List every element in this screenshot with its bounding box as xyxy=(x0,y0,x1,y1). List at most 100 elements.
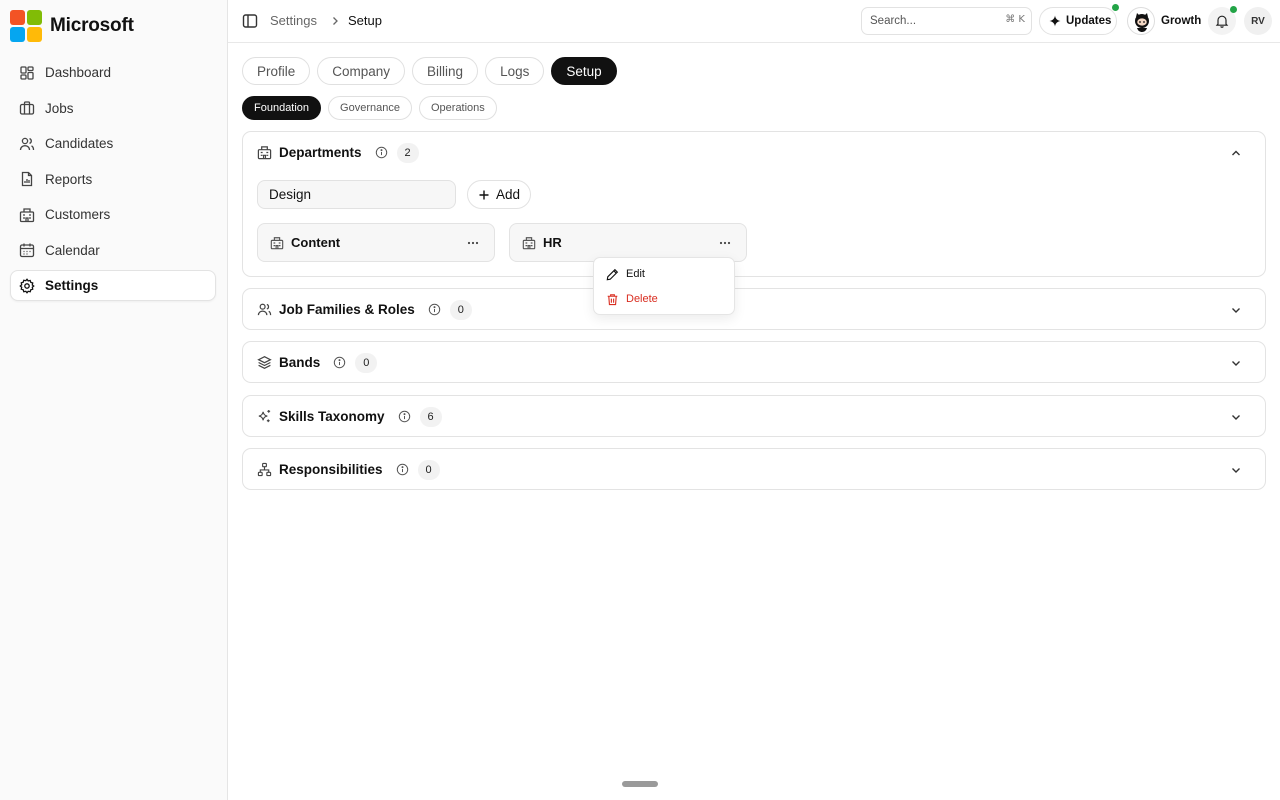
menu-item-label: Delete xyxy=(626,293,658,305)
section-header[interactable]: Departments 2 xyxy=(243,132,1265,173)
department-name: Content xyxy=(291,235,341,250)
sidebar-item-jobs[interactable]: Jobs xyxy=(10,93,216,124)
section-title: Bands xyxy=(279,355,321,370)
info-icon[interactable] xyxy=(396,463,409,476)
menu-item-delete[interactable]: Delete xyxy=(599,288,731,310)
sidebar-item-dashboard[interactable]: Dashboard xyxy=(10,57,216,88)
subtab-foundation[interactable]: Foundation xyxy=(242,96,322,120)
top-bar: Settings Setup ⌘ K Updates Growth xyxy=(228,0,1280,43)
menu-item-label: Edit xyxy=(626,268,645,280)
updates-label: Updates xyxy=(1066,15,1112,27)
section-title: Skills Taxonomy xyxy=(279,409,385,424)
plus-icon xyxy=(479,190,489,199)
department-context-menu: Edit Delete xyxy=(593,257,735,315)
sidebar-item-label: Customers xyxy=(45,207,111,222)
chevron-down-icon[interactable] xyxy=(1229,410,1243,424)
chevron-down-icon[interactable] xyxy=(1229,356,1243,370)
section-bands: Bands 0 xyxy=(242,341,1266,383)
section-responsibilities: Responsibilities 0 xyxy=(242,448,1266,490)
sparkle-icon xyxy=(1049,15,1061,27)
tab-profile[interactable]: Profile xyxy=(242,57,311,85)
tab-company[interactable]: Company xyxy=(317,57,406,85)
sidebar-item-label: Jobs xyxy=(45,100,74,116)
sidebar-toggle-icon[interactable] xyxy=(242,13,258,29)
building-icon xyxy=(257,146,272,160)
tab-billing[interactable]: Billing xyxy=(412,57,479,85)
subtab-governance[interactable]: Governance xyxy=(328,96,412,120)
section-header[interactable]: Job Families & Roles 0 xyxy=(243,289,1265,330)
updates-button[interactable]: Updates xyxy=(1039,4,1119,35)
tab-setup[interactable]: Setup xyxy=(551,57,617,85)
section-skills-taxonomy: Skills Taxonomy 6 xyxy=(242,395,1266,437)
users-icon xyxy=(257,303,272,316)
section-header[interactable]: Bands 0 xyxy=(243,342,1265,383)
search-box[interactable]: ⌘ K xyxy=(861,7,1032,35)
add-department-button[interactable]: Add xyxy=(467,180,531,209)
department-card-content: Content xyxy=(257,223,495,262)
calendar-icon xyxy=(19,243,35,258)
user-avatar[interactable]: RV xyxy=(1244,7,1272,35)
building-icon xyxy=(19,207,35,222)
workspace-name: Growth xyxy=(1161,15,1202,27)
count-badge: 0 xyxy=(417,459,440,480)
breadcrumb-settings[interactable]: Settings xyxy=(270,13,317,28)
octocat-logo-icon xyxy=(1135,13,1149,32)
section-title: Responsibilities xyxy=(279,462,383,477)
info-icon[interactable] xyxy=(428,303,441,316)
sidebar-item-settings[interactable]: Settings xyxy=(10,270,216,301)
building-icon xyxy=(270,236,284,249)
tab-logs[interactable]: Logs xyxy=(485,57,545,85)
sparkles-icon xyxy=(258,409,271,423)
count-badge: 0 xyxy=(355,352,378,373)
count-badge: 2 xyxy=(396,142,419,163)
scroll-handle[interactable] xyxy=(622,781,658,787)
workspace-switcher[interactable]: Growth xyxy=(1127,6,1201,36)
sidebar-item-label: Dashboard xyxy=(45,65,112,80)
hierarchy-icon xyxy=(257,462,272,477)
main-content: Settings Setup ⌘ K Updates Growth xyxy=(228,0,1280,800)
section-title: Departments xyxy=(279,145,362,160)
info-icon[interactable] xyxy=(398,410,411,423)
search-input[interactable] xyxy=(870,15,990,27)
sidebar-item-label: Reports xyxy=(45,171,93,187)
count-badge: 0 xyxy=(449,299,472,320)
updates-dot xyxy=(1112,4,1119,11)
users-icon xyxy=(19,137,35,150)
sidebar-item-customers[interactable]: Customers xyxy=(10,199,216,230)
pencil-icon xyxy=(606,268,619,280)
sidebar-item-label: Candidates xyxy=(45,136,114,151)
brand[interactable]: Microsoft xyxy=(10,10,134,42)
sidebar-item-calendar[interactable]: Calendar xyxy=(10,235,216,266)
brand-name: Microsoft xyxy=(50,15,134,36)
microsoft-logo-icon xyxy=(10,10,42,42)
section-job-families: Job Families & Roles 0 xyxy=(242,288,1266,330)
notification-dot xyxy=(1230,6,1237,13)
setup-subtabs: Foundation Governance Operations xyxy=(242,96,504,120)
sidebar-item-candidates[interactable]: Candidates xyxy=(10,128,216,159)
subtab-operations[interactable]: Operations xyxy=(418,96,497,120)
breadcrumb-setup: Setup xyxy=(348,13,382,28)
chevron-down-icon[interactable] xyxy=(1229,463,1243,477)
notifications-button[interactable] xyxy=(1208,6,1237,35)
info-icon[interactable] xyxy=(333,356,346,369)
sidebar-item-label: Calendar xyxy=(45,242,100,258)
section-title: Job Families & Roles xyxy=(279,302,415,317)
more-horizontal-icon[interactable] xyxy=(718,236,732,250)
sidebar-nav: Dashboard Jobs Candidates Reports Custom… xyxy=(10,57,216,306)
section-departments: Departments 2 Add Content HR xyxy=(242,131,1266,277)
sidebar-item-reports[interactable]: Reports xyxy=(10,164,216,195)
menu-item-edit[interactable]: Edit xyxy=(599,263,731,285)
bell-icon xyxy=(1215,15,1229,28)
info-icon[interactable] xyxy=(375,146,388,159)
chevron-up-icon[interactable] xyxy=(1229,146,1243,160)
trash-icon xyxy=(607,293,618,305)
chevron-down-icon[interactable] xyxy=(1229,303,1243,317)
settings-tabs: Profile Company Billing Logs Setup xyxy=(242,57,624,85)
more-horizontal-icon[interactable] xyxy=(466,236,480,250)
layers-icon xyxy=(257,356,272,369)
sidebar-item-label: Settings xyxy=(45,278,99,293)
section-header[interactable]: Skills Taxonomy 6 xyxy=(243,396,1265,437)
section-header[interactable]: Responsibilities 0 xyxy=(243,449,1265,490)
department-name-input[interactable] xyxy=(257,180,456,209)
report-icon xyxy=(21,171,33,187)
